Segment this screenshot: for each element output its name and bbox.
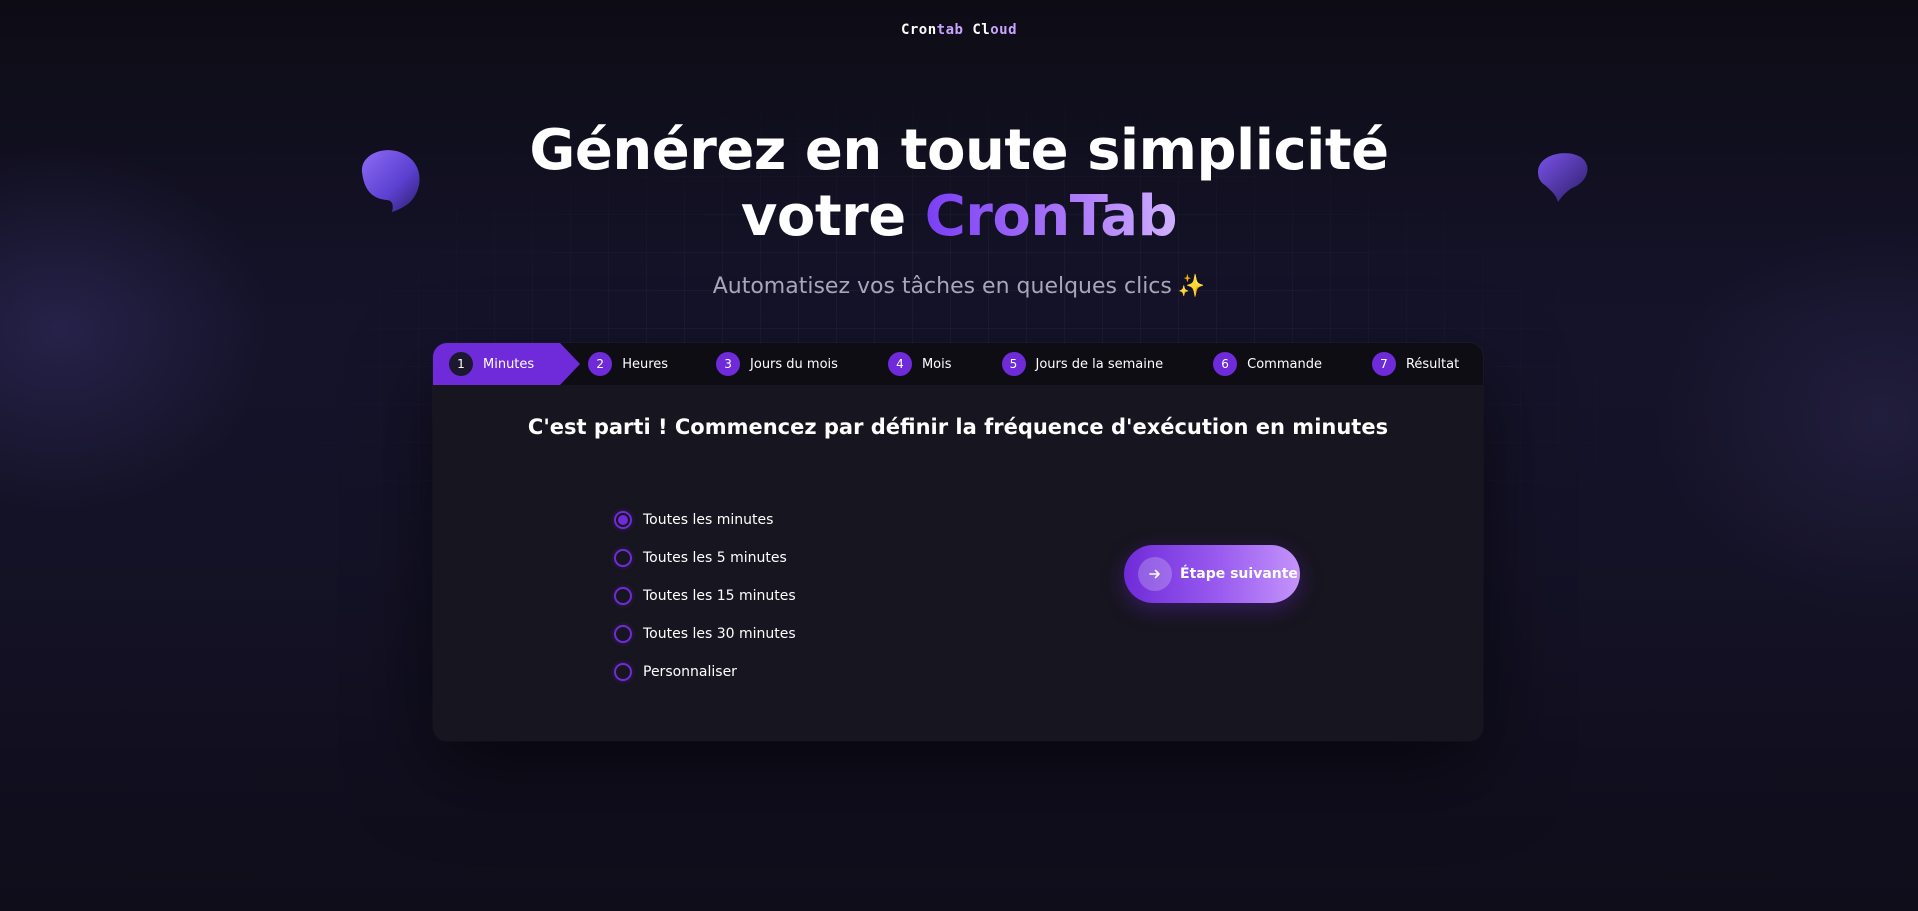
step-tab-mois[interactable]: 4 Mois [887, 343, 952, 385]
hero-title: Générez en toute simplicité votre CronTa… [0, 118, 1918, 250]
hero-subtitle: Automatisez vos tâches en quelques clics… [0, 274, 1918, 299]
step-question: C'est parti ! Commencez par définir la f… [527, 415, 1389, 439]
steps-tabbar: 1 Minutes 2 Heures 3 Jours du mois 4 Moi… [433, 343, 1483, 385]
wizard-card: 1 Minutes 2 Heures 3 Jours du mois 4 Moi… [433, 343, 1483, 741]
step-label: Commande [1247, 356, 1322, 372]
step-number: 5 [1001, 352, 1026, 376]
step-number: 4 [887, 352, 912, 376]
next-step-label: Étape suivante [1180, 566, 1298, 582]
option-label: Toutes les 5 minutes [643, 550, 787, 566]
hero-title-accent: CronTab [924, 184, 1178, 249]
radio-button[interactable] [614, 511, 632, 529]
step-label: Résultat [1405, 356, 1460, 372]
page: Crontab Cloud Générez en toute simplicit… [0, 0, 1918, 911]
radio-button[interactable] [614, 549, 632, 567]
option-label: Personnaliser [643, 664, 737, 680]
brand-part-1: Cron [900, 22, 937, 38]
radio-button[interactable] [614, 663, 632, 681]
brand-part-3: Cl [963, 22, 991, 38]
frequency-options: Toutes les minutes Toutes les 5 minutes … [614, 501, 796, 691]
step-label: Jours de la semaine [1035, 356, 1164, 372]
hero-title-line-1: Générez en toute simplicité [529, 118, 1389, 183]
step-label: Minutes [483, 356, 535, 372]
step-label: Heures [622, 356, 669, 372]
step-label: Mois [921, 356, 952, 372]
option-every-15-minutes[interactable]: Toutes les 15 minutes [614, 577, 796, 615]
step-tab-minutes[interactable]: 1 Minutes [433, 343, 581, 385]
arrow-right-icon [1138, 557, 1172, 591]
step-tab-commande[interactable]: 6 Commande [1213, 343, 1322, 385]
step-number: 7 [1371, 352, 1396, 376]
option-every-minute[interactable]: Toutes les minutes [614, 501, 796, 539]
option-label: Toutes les minutes [643, 512, 774, 528]
option-custom[interactable]: Personnaliser [614, 653, 796, 691]
step-number: 1 [449, 352, 473, 376]
radio-button[interactable] [614, 587, 632, 605]
step-number: 6 [1213, 352, 1238, 376]
brand-part-2: tab [936, 22, 964, 38]
option-label: Toutes les 30 minutes [643, 626, 796, 642]
radio-button[interactable] [614, 625, 632, 643]
step-tab-jours-du-mois[interactable]: 3 Jours du mois [716, 343, 838, 385]
step-label: Jours du mois [750, 356, 838, 372]
step-tab-heures[interactable]: 2 Heures [588, 343, 668, 385]
hero-title-prefix: votre [740, 184, 925, 249]
option-label: Toutes les 15 minutes [643, 588, 796, 604]
next-step-button[interactable]: Étape suivante [1124, 545, 1300, 603]
step-tab-jours-de-la-semaine[interactable]: 5 Jours de la semaine [1001, 343, 1164, 385]
brand-logo[interactable]: Crontab Cloud [0, 22, 1918, 38]
step-tab-resultat[interactable]: 7 Résultat [1371, 343, 1460, 385]
step-number: 3 [716, 352, 741, 376]
step-number: 2 [588, 352, 613, 376]
option-every-30-minutes[interactable]: Toutes les 30 minutes [614, 615, 796, 653]
brand-part-4: oud [990, 22, 1018, 38]
hero-title-line-2: votre CronTab [0, 184, 1918, 250]
hero-subtitle-text: Automatisez vos tâches en quelques clics [712, 274, 1172, 299]
option-every-5-minutes[interactable]: Toutes les 5 minutes [614, 539, 796, 577]
sparkles-icon: ✨ [1177, 274, 1206, 299]
